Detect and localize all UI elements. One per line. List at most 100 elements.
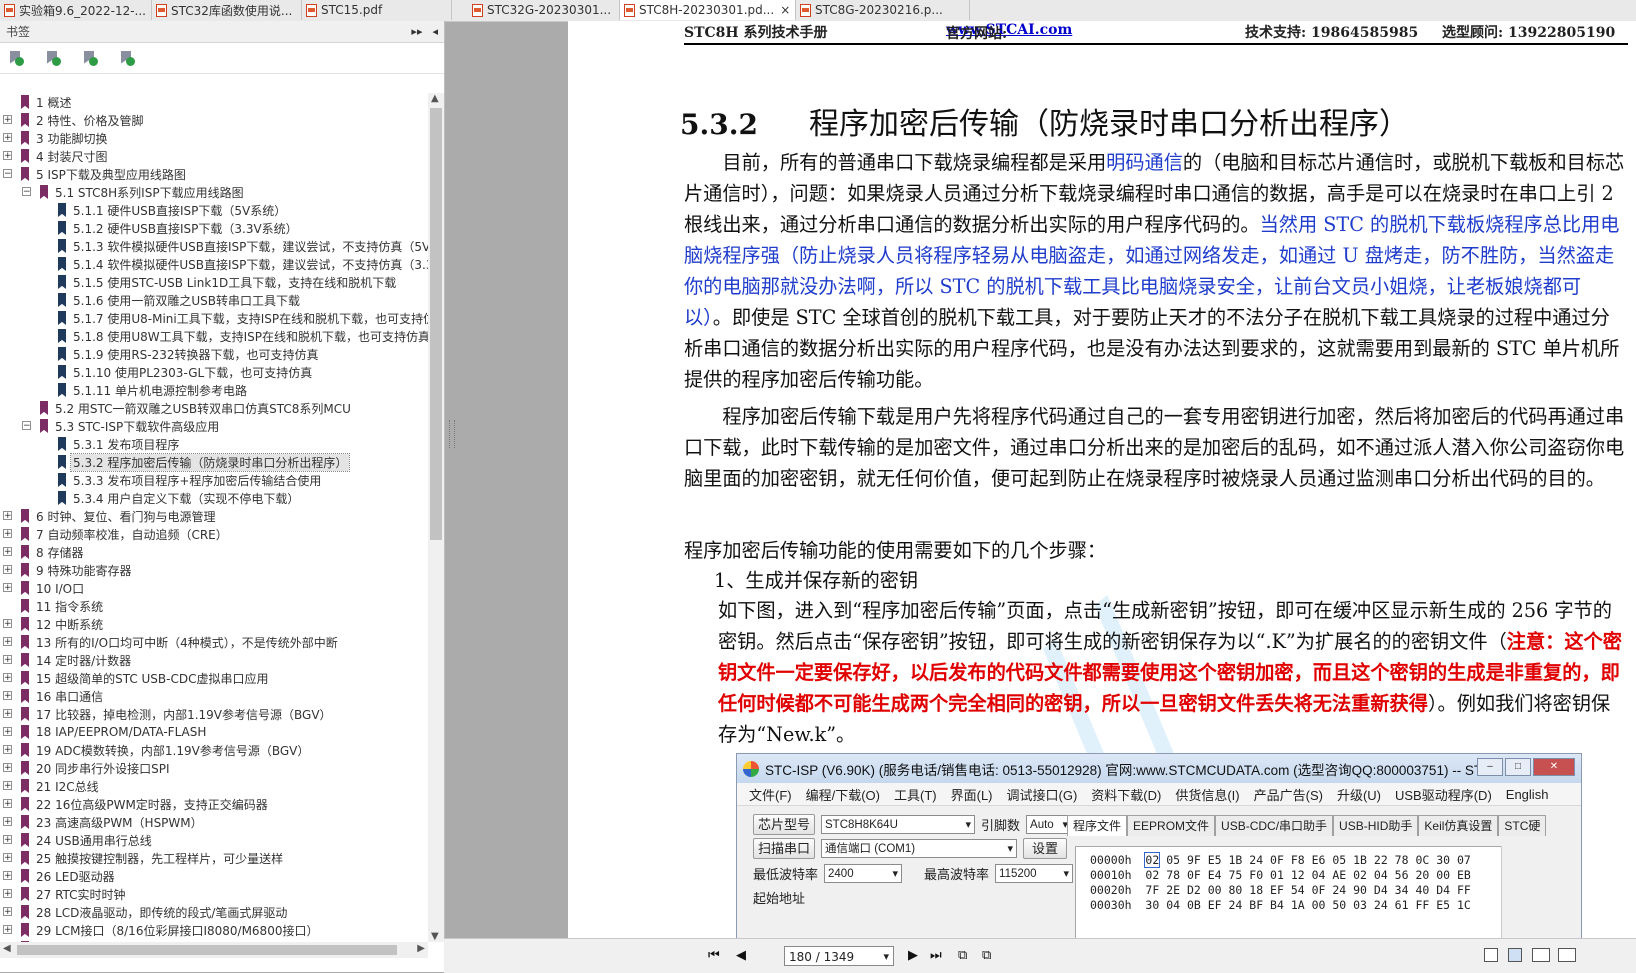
bookmark-item[interactable]: 5.3.2 程序加密后传输（防烧录时串口分析出程序） bbox=[0, 452, 428, 472]
bookmark-item[interactable]: 5.1.8 使用U8W工具下载，支持ISP在线和脱机下载，也可支持仿真 bbox=[0, 327, 428, 345]
bookmark-vertical-scrollbar[interactable]: ▲ ▼ bbox=[428, 93, 444, 942]
panel-splitter[interactable] bbox=[449, 420, 455, 448]
bookmark-item[interactable]: 5.1.10 使用PL2303-GL下载，也可支持仿真 bbox=[0, 363, 428, 381]
bookmark-item[interactable]: 5.3.1 发布项目程序 bbox=[0, 435, 428, 453]
bookmark-item[interactable]: +15 超级简单的STC USB-CDC虚拟串口应用 bbox=[0, 669, 428, 687]
expand-icon[interactable]: + bbox=[3, 835, 12, 845]
horizontal-scroll-thumb[interactable] bbox=[17, 945, 397, 955]
expand-icon[interactable]: + bbox=[3, 817, 12, 827]
bookmark-item[interactable]: 5.2 用STC一箭双雕之USB转双串口仿真STC8系列MCU bbox=[0, 399, 428, 417]
expand-icon[interactable]: + bbox=[3, 619, 12, 629]
expand-icon[interactable]: + bbox=[3, 583, 12, 593]
bookmark-item[interactable]: 5.1.1 硬件USB直接ISP下载（5V系统） bbox=[0, 201, 428, 219]
previous-view-icon[interactable]: ⧉ bbox=[958, 948, 967, 963]
bookmark-item[interactable]: +18 IAP/EEPROM/DATA-FLASH bbox=[0, 723, 428, 741]
bookmark-item[interactable]: 5.1.6 使用一箭双雕之USB转串口工具下载 bbox=[0, 291, 428, 309]
expand-icon[interactable]: + bbox=[3, 745, 12, 755]
close-panel-button[interactable]: ◂ bbox=[432, 25, 438, 38]
expand-icon[interactable]: + bbox=[3, 709, 12, 719]
bookmark-item[interactable]: +8 存储器 bbox=[0, 543, 428, 561]
expand-icon[interactable]: + bbox=[3, 151, 12, 161]
bookmark-item[interactable]: +6 时钟、复位、看门狗与电源管理 bbox=[0, 507, 428, 525]
bookmark-item[interactable]: +12 中断系统 bbox=[0, 615, 428, 633]
bookmark-item[interactable]: +29 LCM接口（8/16位彩屏接口I8080/M6800接口） bbox=[0, 921, 428, 939]
expand-icon[interactable]: + bbox=[3, 889, 12, 899]
bookmark-item[interactable]: +22 16位高级PWM定时器，支持正交编码器 bbox=[0, 795, 428, 813]
tab-close-icon[interactable]: × bbox=[780, 3, 790, 17]
expand-icon[interactable]: + bbox=[3, 925, 12, 935]
bookmark-item[interactable]: +26 LED驱动器 bbox=[0, 867, 428, 885]
bookmark-item[interactable]: 11 指令系统 bbox=[0, 597, 428, 615]
next-page-icon[interactable]: ▶ bbox=[908, 948, 918, 963]
expand-icon[interactable]: + bbox=[3, 853, 12, 863]
bookmark-item[interactable]: +7 自动频率校准，自动追频（CRE） bbox=[0, 525, 428, 543]
collapse-panel-button[interactable]: ▸▸ bbox=[411, 25, 422, 38]
collapse-icon[interactable]: − bbox=[3, 169, 12, 179]
expand-icon[interactable]: + bbox=[3, 565, 12, 575]
bookmark-item[interactable]: +20 同步串行外设接口SPI bbox=[0, 759, 428, 777]
first-page-icon[interactable]: ⏮ bbox=[708, 948, 720, 963]
bookmark-item[interactable]: +24 USB通用串行总线 bbox=[0, 831, 428, 849]
bookmark-horizontal-scrollbar[interactable]: ◀ ▶ bbox=[0, 942, 428, 958]
tab-document[interactable]: STC8H-20230301.pd... × bbox=[620, 0, 796, 20]
bookmark-item[interactable]: +10 I/O口 bbox=[0, 579, 428, 597]
expand-icon[interactable]: + bbox=[3, 691, 12, 701]
collapse-icon[interactable]: − bbox=[22, 421, 31, 431]
expand-icon[interactable]: + bbox=[3, 529, 12, 539]
tab-document[interactable]: STC32G-20230301... bbox=[468, 0, 620, 20]
expand-icon[interactable]: + bbox=[3, 115, 12, 125]
bookmark-item[interactable]: − 5.3 STC-ISP下载软件高级应用 bbox=[0, 417, 428, 435]
tab-document[interactable]: STC8G-20230216.p... bbox=[796, 0, 970, 20]
continuous-facing-view-icon[interactable] bbox=[1558, 948, 1576, 962]
scroll-left-icon[interactable]: ◀ bbox=[3, 943, 11, 954]
bookmark-item[interactable]: +9 特殊功能寄存器 bbox=[0, 561, 428, 579]
bookmark-item[interactable]: +23 高速高级PWM（HSPWM） bbox=[0, 813, 428, 831]
bookmark-item[interactable]: +3 功能脚切换 bbox=[0, 129, 428, 147]
bookmark-item[interactable]: 5.3.3 发布项目程序+程序加密后传输结合使用 bbox=[0, 471, 428, 489]
expand-icon[interactable]: + bbox=[3, 781, 12, 791]
bookmark-item[interactable]: 5.1.5 使用STC-USB Link1D工具下载，支持在线和脱机下载 bbox=[0, 273, 428, 291]
bookmark-item[interactable]: 5.1.7 使用U8-Mini工具下载，支持ISP在线和脱机下载，也可支持仿 bbox=[0, 309, 428, 327]
bookmark-item[interactable]: +4 封装尺寸图 bbox=[0, 147, 428, 165]
bookmark-item[interactable]: 5.1.11 单片机电源控制参考电路 bbox=[0, 381, 428, 399]
scroll-down-icon[interactable]: ▼ bbox=[431, 931, 439, 942]
bookmark-item[interactable]: 5.1.9 使用RS-232转换器下载，也可支持仿真 bbox=[0, 345, 428, 363]
tab-document[interactable]: STC32库函数使用说... bbox=[152, 0, 302, 20]
bookmark-item[interactable]: 5.1.3 软件模拟硬件USB直接ISP下载，建议尝试，不支持仿真（5V系 bbox=[0, 237, 428, 255]
expand-icon[interactable]: + bbox=[3, 907, 12, 917]
expand-bookmark-icon[interactable] bbox=[45, 50, 62, 67]
collapse-icon[interactable]: − bbox=[22, 187, 31, 197]
bookmark-item[interactable]: 1 概述 bbox=[0, 93, 428, 111]
bookmark-item[interactable]: +19 ADC模数转换，内部1.19V参考信号源（BGV） bbox=[0, 741, 428, 759]
expand-icon[interactable]: + bbox=[3, 673, 12, 683]
bookmark-item[interactable]: − 5.1 STC8H系列ISP下载应用线路图 bbox=[0, 183, 428, 201]
expand-icon[interactable]: + bbox=[3, 727, 12, 737]
bookmark-item[interactable]: − 5 ISP下载及典型应用线路图 bbox=[0, 165, 428, 183]
bookmark-item[interactable]: +25 触摸按键控制器，先工程样片，可少量送样 bbox=[0, 849, 428, 867]
bookmark-item[interactable]: +13 所有的I/O口均可中断（4种模式），不是传统外部中断 bbox=[0, 633, 428, 651]
tab-document[interactable]: 实验箱9.6_2022-12-... bbox=[0, 0, 152, 20]
scroll-right-icon[interactable]: ▶ bbox=[417, 943, 425, 954]
bookmark-item[interactable]: +21 I2C总线 bbox=[0, 777, 428, 795]
expand-icon[interactable]: + bbox=[3, 655, 12, 665]
expand-icon[interactable]: + bbox=[3, 871, 12, 881]
bookmark-item[interactable]: +14 定时器/计数器 bbox=[0, 651, 428, 669]
expand-icon[interactable]: + bbox=[3, 547, 12, 557]
bookmark-item[interactable]: +27 RTC实时时钟 bbox=[0, 885, 428, 903]
continuous-view-icon[interactable] bbox=[1508, 948, 1522, 962]
expand-icon[interactable]: + bbox=[3, 799, 12, 809]
bookmark-item[interactable]: 5.1.4 软件模拟硬件USB直接ISP下载，建议尝试，不支持仿真（3.3V bbox=[0, 255, 428, 273]
single-page-view-icon[interactable] bbox=[1484, 948, 1498, 962]
find-bookmark-icon[interactable] bbox=[119, 50, 136, 67]
bookmark-options-icon[interactable] bbox=[8, 50, 25, 67]
expand-icon[interactable]: + bbox=[3, 511, 12, 521]
next-view-icon[interactable]: ⧉ bbox=[982, 948, 991, 963]
expand-icon[interactable]: + bbox=[3, 133, 12, 143]
bookmark-item[interactable]: +16 串口通信 bbox=[0, 687, 428, 705]
last-page-icon[interactable]: ⏭ bbox=[930, 948, 942, 963]
bookmark-item[interactable]: +17 比较器，掉电检测，内部1.19V参考信号源（BGV） bbox=[0, 705, 428, 723]
page-number-input[interactable]: 180 / 1349 bbox=[784, 946, 894, 967]
facing-view-icon[interactable] bbox=[1532, 948, 1550, 962]
expand-icon[interactable]: + bbox=[3, 637, 12, 647]
bookmark-item[interactable]: 5.1.2 硬件USB直接ISP下载（3.3V系统） bbox=[0, 219, 428, 237]
